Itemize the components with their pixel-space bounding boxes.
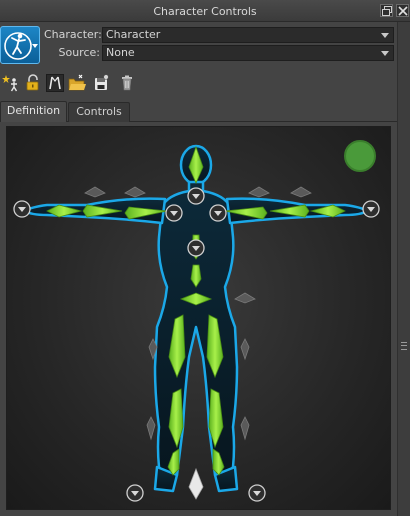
character-dropdown-value: Character [106,28,161,41]
close-icon[interactable] [396,4,409,17]
tab-bar: Definition Controls [0,100,397,122]
body-figure [13,144,380,502]
chevron-down-icon [381,51,389,56]
skeleton-icon[interactable] [46,74,64,92]
root-marker [188,467,204,500]
character-menu-button[interactable] [0,26,40,64]
title-bar: Character Controls [0,0,410,22]
save-icon[interactable] [93,74,111,92]
trash-icon[interactable] [119,74,137,92]
character-dropdown[interactable]: Character [102,27,394,43]
add-character-icon[interactable] [2,74,20,92]
tab-definition[interactable]: Definition [0,101,67,122]
source-dropdown-value: None [106,46,135,59]
chevron-down-icon [381,33,389,38]
lock-icon[interactable] [24,74,42,92]
character-label: Character: [44,28,102,41]
scrollbar[interactable] [397,22,410,516]
scroll-grip-icon[interactable] [401,342,407,350]
window-title: Character Controls [153,5,257,18]
source-dropdown[interactable]: None [102,45,394,61]
source-label: Source: [58,46,101,59]
open-folder-icon[interactable] [68,74,86,92]
character-viewport [6,126,391,510]
restore-icon[interactable] [380,4,393,17]
tab-controls[interactable]: Controls [68,102,130,122]
